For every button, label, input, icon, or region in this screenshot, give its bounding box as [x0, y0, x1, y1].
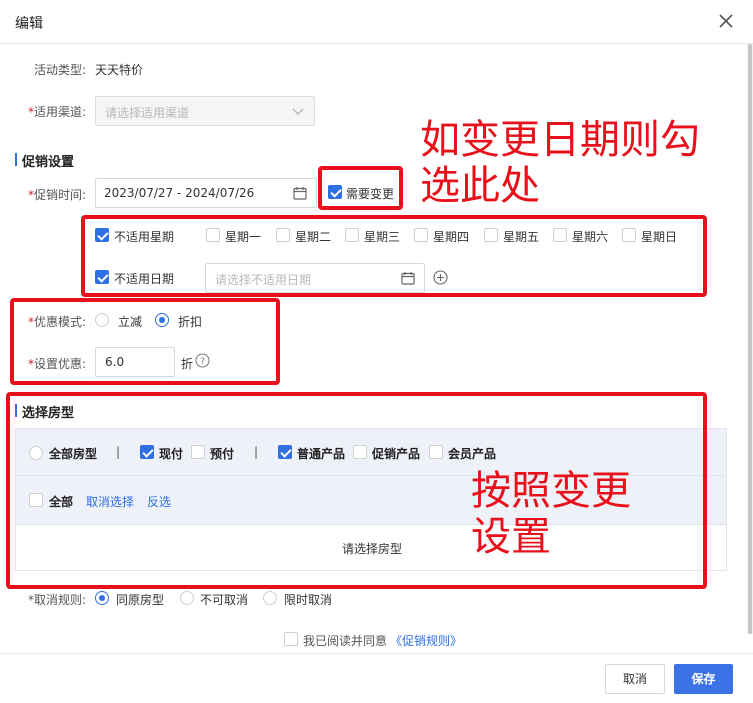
discount-value-label: *设置优惠: [28, 355, 86, 372]
channel-select[interactable]: 请选择适用渠道 [95, 96, 315, 126]
cancel-rule-timed-radio[interactable] [263, 591, 277, 605]
discount-mode-label-text: 优惠模式: [34, 315, 87, 329]
need-change-checkbox[interactable] [328, 185, 342, 199]
separator: | [254, 445, 259, 459]
separator: | [116, 445, 121, 459]
tuesday-label: 星期二 [295, 230, 332, 244]
prepay-checkbox[interactable] [191, 445, 205, 459]
thursday-checkbox[interactable] [414, 228, 428, 242]
discount-mode-reduce-label: 立减 [118, 315, 143, 329]
cancel-rule-label: *取消规则: [28, 593, 87, 607]
friday-label: 星期五 [503, 230, 540, 244]
cancel-rule-timed-label: 限时取消 [284, 593, 333, 607]
dialog-title: 编辑 [15, 16, 43, 32]
exclude-weekday-checkbox[interactable] [95, 228, 109, 242]
cancel-rule-noncancel-label: 不可取消 [200, 593, 249, 607]
annotation-note-room: 按照变更 设置 [471, 468, 631, 560]
discount-value-input[interactable]: 6.0 [95, 347, 175, 377]
promo-rules-link[interactable]: 《促销规则》 [390, 632, 462, 649]
promo-product-checkbox[interactable] [353, 445, 367, 459]
promo-time-label-text: 促销时间: [34, 188, 87, 202]
activity-type-value: 天天特价 [95, 63, 144, 77]
exclude-weekday-label: 不适用星期 [114, 230, 175, 244]
tuesday-checkbox[interactable] [276, 228, 290, 242]
select-all-checkbox[interactable] [29, 493, 43, 507]
invert-selection-link[interactable]: 反选 [147, 493, 171, 510]
normal-product-label: 普通产品 [297, 447, 346, 461]
cancel-rule-same-label: 同原房型 [116, 593, 165, 607]
deselect-link[interactable]: 取消选择 [86, 493, 134, 510]
calendar-icon [293, 186, 307, 203]
pay-now-label: 现付 [159, 447, 184, 461]
need-change-label: 需要变更 [346, 187, 395, 201]
annotation-note-date-line2: 选此处 [420, 163, 540, 209]
activity-type-label: 活动类型: [34, 63, 87, 77]
dialog-header: 编辑 [0, 0, 753, 44]
discount-mode-label: *优惠模式: [28, 313, 86, 330]
channel-placeholder: 请选择适用渠道 [105, 106, 190, 120]
pay-now-checkbox[interactable] [140, 445, 154, 459]
sunday-label: 星期日 [641, 230, 678, 244]
saturday-checkbox[interactable] [553, 228, 567, 242]
promo-time-label: *促销时间: [28, 186, 86, 203]
annotation-note-room-line2: 设置 [471, 514, 551, 560]
member-product-label: 会员产品 [448, 447, 497, 461]
annotation-note-room-line1: 按照变更 [471, 468, 631, 514]
close-icon[interactable] [717, 12, 735, 30]
select-all-label: 全部 [49, 495, 74, 509]
discount-unit: 折 [181, 357, 194, 371]
sunday-checkbox[interactable] [622, 228, 636, 242]
room-placeholder: 请选择房型 [342, 542, 403, 556]
exclude-date-label: 不适用日期 [114, 272, 175, 286]
add-circle-icon[interactable] [433, 270, 448, 285]
annotation-note-date-line1: 如变更日期则勾 [420, 117, 700, 163]
wednesday-checkbox[interactable] [345, 228, 359, 242]
normal-product-checkbox[interactable] [278, 445, 292, 459]
edit-dialog: 编辑 活动类型: 天天特价 *适用渠道: 请选择适用渠道 促销设置 *促销时间:… [0, 0, 753, 703]
channel-label-text: 适用渠道: [34, 105, 87, 119]
discount-value: 6.0 [105, 355, 125, 369]
friday-checkbox[interactable] [484, 228, 498, 242]
wednesday-label: 星期三 [364, 230, 401, 244]
discount-mode-discount-label: 折扣 [178, 315, 203, 329]
exclude-date-placeholder: 请选择不适用日期 [215, 273, 312, 287]
annotation-note-date: 如变更日期则勾 选此处 [420, 117, 700, 209]
cancel-rule-noncancel-radio[interactable] [180, 591, 194, 605]
cancel-rule-same-radio[interactable] [95, 591, 109, 605]
promo-section-title: 促销设置 [15, 151, 74, 170]
channel-label: *适用渠道: [28, 103, 86, 120]
discount-mode-reduce-radio[interactable] [95, 313, 109, 327]
promo-date-value: 2023/07/27 - 2024/07/26 [104, 186, 255, 200]
help-icon[interactable]: ? [195, 353, 210, 368]
room-section-title: 选择房型 [15, 402, 74, 421]
agreement-checkbox[interactable] [284, 632, 298, 646]
agreement-text: 我已阅读并同意 [303, 634, 388, 648]
scrollbar-thumb[interactable] [748, 44, 752, 634]
save-button[interactable]: 保存 [674, 664, 733, 694]
cancel-button[interactable]: 取消 [605, 664, 665, 694]
discount-mode-discount-radio[interactable] [155, 313, 169, 327]
exclude-date-input[interactable]: 请选择不适用日期 [205, 263, 425, 293]
monday-checkbox[interactable] [206, 228, 220, 242]
monday-label: 星期一 [225, 230, 262, 244]
all-rooms-label: 全部房型 [49, 447, 98, 461]
discount-value-label-text: 设置优惠: [34, 357, 87, 371]
member-product-checkbox[interactable] [429, 445, 443, 459]
svg-text:?: ? [200, 357, 205, 367]
promo-product-label: 促销产品 [372, 447, 421, 461]
all-rooms-radio[interactable] [29, 446, 43, 460]
calendar-icon [401, 271, 415, 288]
thursday-label: 星期四 [433, 230, 470, 244]
prepay-label: 预付 [210, 447, 235, 461]
chevron-down-icon [292, 106, 304, 120]
saturday-label: 星期六 [572, 230, 609, 244]
exclude-date-checkbox[interactable] [95, 270, 109, 284]
scrollbar[interactable] [747, 44, 753, 634]
promo-date-range[interactable]: 2023/07/27 - 2024/07/26 [95, 178, 317, 208]
